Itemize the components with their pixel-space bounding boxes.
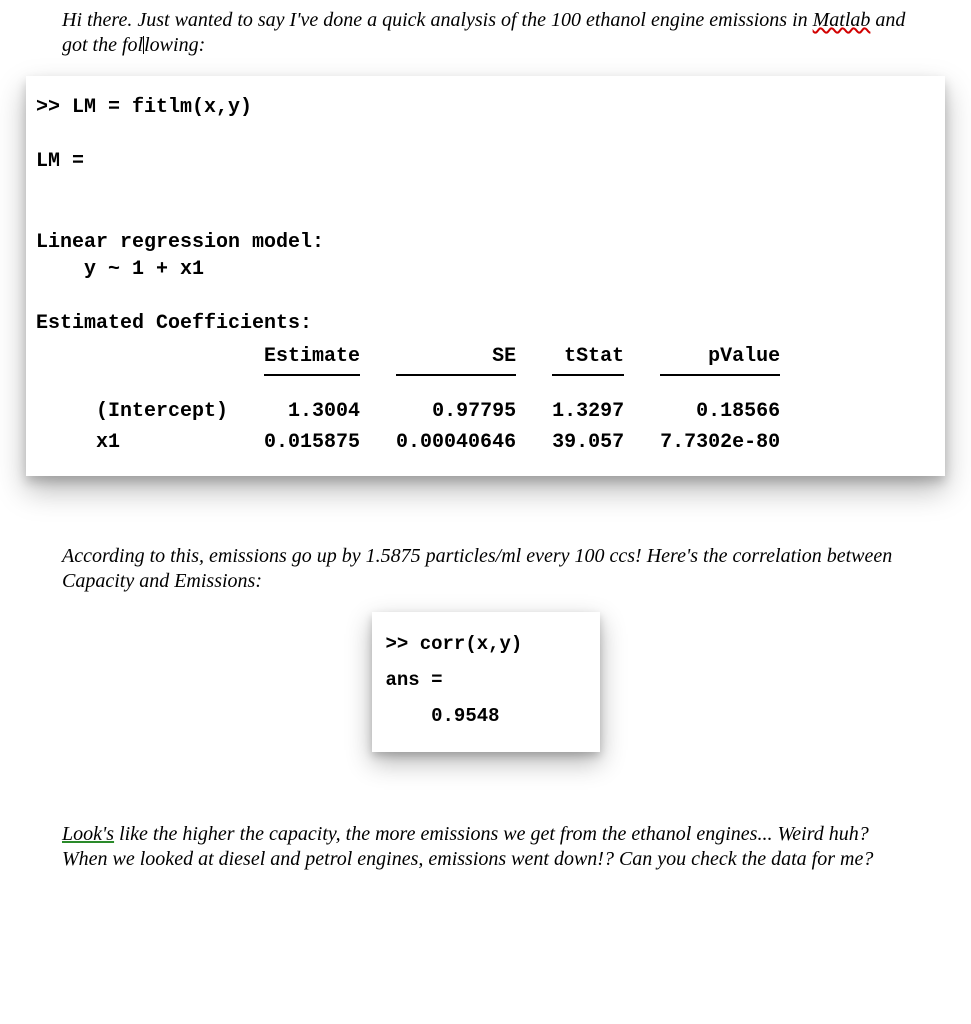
table-header-row: Estimate SE tStat pValue [36,341,798,372]
table-header: SE [378,341,534,372]
outro-rest: like the higher the capacity, the more e… [62,823,873,870]
table-header: pValue [642,341,798,372]
outro-looks-word: Look's [62,823,114,845]
mid-paragraph: According to this, emissions go up by 1.… [62,544,909,594]
row-name: x1 [36,427,246,458]
fitlm-model-header: Linear regression model: [36,229,935,256]
row-se: 0.00040646 [378,427,534,458]
intro-text-post2: lowing: [144,34,205,56]
intro-text-pre: Hi there. Just wanted to say I've done a… [62,9,813,31]
fitlm-estcoef-header: Estimated Coefficients: [36,310,935,337]
coefficients-table: Estimate SE tStat pValue (Intercept) 1.3… [36,341,798,458]
fitlm-model-eq: y ~ 1 + x1 [36,256,935,283]
table-header: tStat [534,341,642,372]
table-header [36,341,246,372]
corr-command: >> corr(x,y) [386,626,586,662]
row-tstat: 1.3297 [534,396,642,427]
row-pvalue: 0.18566 [642,396,798,427]
intro-matlab-word: Matlab [813,9,871,31]
fitlm-lm-equals: LM = [36,148,935,175]
corr-ans: ans = [386,662,586,698]
matlab-output-fitlm: >> LM = fitlm(x,y) LM = Linear regressio… [26,76,945,476]
row-estimate: 0.015875 [246,427,378,458]
outro-paragraph: Look's like the higher the capacity, the… [62,822,909,872]
table-row: x1 0.015875 0.00040646 39.057 7.7302e-80 [36,427,798,458]
row-name: (Intercept) [36,396,246,427]
document-page: Hi there. Just wanted to say I've done a… [0,0,971,910]
table-row: (Intercept) 1.3004 0.97795 1.3297 0.1856… [36,396,798,427]
row-estimate: 1.3004 [246,396,378,427]
row-pvalue: 7.7302e-80 [642,427,798,458]
intro-paragraph: Hi there. Just wanted to say I've done a… [62,8,909,58]
matlab-output-corr: >> corr(x,y) ans = 0.9548 [372,612,600,752]
table-header: Estimate [246,341,378,372]
fitlm-command: >> LM = fitlm(x,y) [36,94,935,121]
row-tstat: 39.057 [534,427,642,458]
corr-value: 0.9548 [386,698,586,734]
row-se: 0.97795 [378,396,534,427]
